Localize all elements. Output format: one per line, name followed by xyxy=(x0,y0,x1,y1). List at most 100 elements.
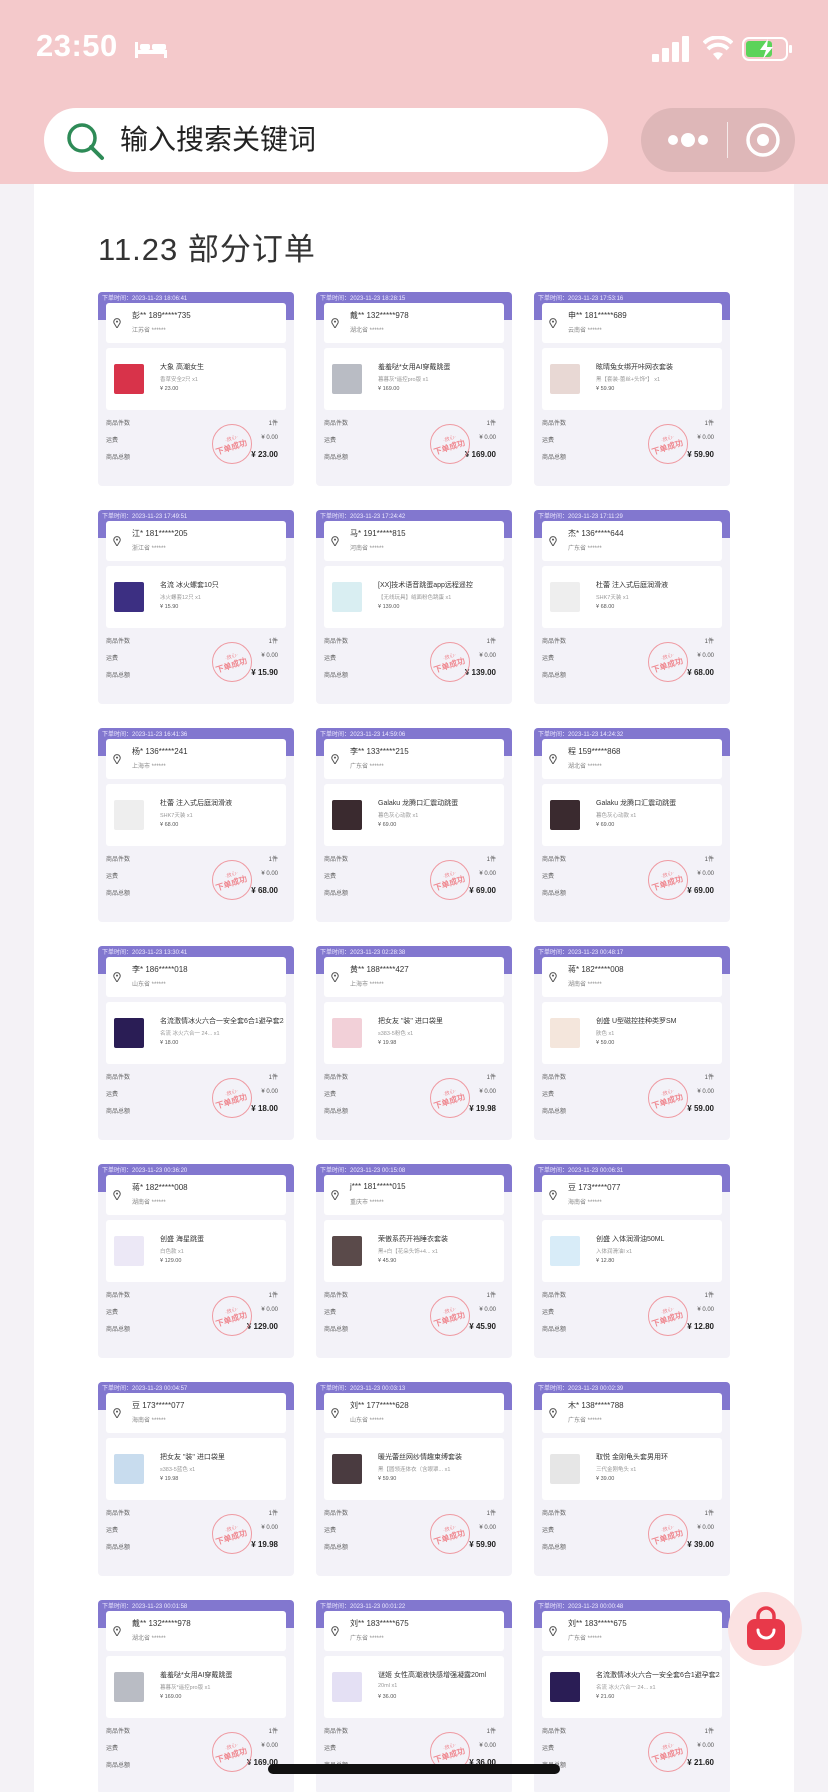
recipient-province: 广东省 ****** xyxy=(350,1636,384,1642)
order-success-stamp: ·放心· 下单成功 xyxy=(212,1296,252,1336)
order-card[interactable]: 下单时间：2023-11-23 00:02:39 木* 138*****788 广东… xyxy=(534,1382,730,1576)
product-thumbnail xyxy=(332,1672,362,1702)
order-card[interactable]: 下单时间：2023-11-23 00:36:20 蒋* 182*****008 湖南… xyxy=(98,1164,294,1358)
order-time: 下单时间：2023-11-23 17:24:42 xyxy=(320,514,406,520)
total-value: ¥ 15.90 xyxy=(251,668,278,677)
shop-float-button[interactable] xyxy=(728,1592,802,1666)
count-label: 商品件数 xyxy=(542,857,567,863)
recipient-name: 豆 173*****077 xyxy=(568,1183,621,1192)
shipping-label: 运费 xyxy=(106,1092,119,1098)
count-value: 1件 xyxy=(268,1075,278,1081)
recipient-province: 江苏省 ****** xyxy=(132,328,166,334)
shipping-label: 运费 xyxy=(324,1528,337,1534)
location-pin-icon xyxy=(549,754,557,764)
total-label: 商品总额 xyxy=(106,1763,131,1769)
recipient-name: 江* 181*****205 xyxy=(132,529,188,538)
order-card[interactable]: 下单时间：2023-11-23 18:06:41 彭** 189*****735 江… xyxy=(98,292,294,486)
order-card[interactable]: 下单时间：2023-11-23 00:15:08 j*** 181*****015… xyxy=(316,1164,512,1358)
product-box: 创盛 U型磁控挂种类罗SM 肤色 x1 ¥ 59.00 xyxy=(542,1002,722,1064)
recipient-province: 广东省 ****** xyxy=(568,546,602,552)
order-success-stamp: ·放心· 下单成功 xyxy=(648,860,688,900)
order-card[interactable]: 下单时间：2023-11-23 17:11:29 杰* 136*****644 广东… xyxy=(534,510,730,704)
location-pin-icon xyxy=(331,1408,339,1418)
product-price: ¥ 68.00 xyxy=(596,604,615,610)
close-target-icon[interactable] xyxy=(745,122,781,158)
shopping-bag-icon xyxy=(747,1606,785,1650)
shipping-value: ¥ 0.00 xyxy=(479,1525,496,1531)
shipping-value: ¥ 0.00 xyxy=(261,871,278,877)
order-time: 下单时间：2023-11-23 17:49:51 xyxy=(102,514,188,520)
shipping-label: 运费 xyxy=(542,1092,555,1098)
count-label: 商品件数 xyxy=(324,1075,349,1081)
recipient-province: 湖北省 ****** xyxy=(568,764,602,770)
order-card[interactable]: 下单时间：2023-11-23 14:24:32 程 159*****868 湖北省… xyxy=(534,728,730,922)
order-card[interactable]: 下单时间：2023-11-23 16:41:36 杨* 136*****241 上海… xyxy=(98,728,294,922)
product-thumbnail xyxy=(114,582,144,612)
order-card[interactable]: 下单时间：2023-11-23 02:28:38 黄** 188*****427 上… xyxy=(316,946,512,1140)
order-card[interactable]: 下单时间：2023-11-23 00:00:48 刘** 183*****675 广… xyxy=(534,1600,730,1792)
order-card[interactable]: 下单时间：2023-11-23 17:53:16 申** 181*****689 云… xyxy=(534,292,730,486)
order-card[interactable]: 下单时间：2023-11-23 17:24:42 马* 191*****815 河南… xyxy=(316,510,512,704)
order-card[interactable]: 下单时间：2023-11-23 17:49:51 江* 181*****205 浙江… xyxy=(98,510,294,704)
order-time: 下单时间：2023-11-23 18:06:41 xyxy=(102,296,188,302)
count-value: 1件 xyxy=(486,1293,496,1299)
count-value: 1件 xyxy=(268,1729,278,1735)
order-card[interactable]: 下单时间：2023-11-23 18:28:15 戴** 132*****978 湖… xyxy=(316,292,512,486)
recipient-province: 云南省 ****** xyxy=(568,328,602,334)
product-spec: SHK7天装 x1 xyxy=(160,813,193,819)
total-label: 商品总额 xyxy=(324,1545,349,1551)
total-value: ¥ 18.00 xyxy=(251,1104,278,1113)
count-label: 商品件数 xyxy=(324,1511,349,1517)
product-title: 荣傲系药开裆睡衣套装 xyxy=(378,1236,448,1243)
recipient-province: 海南省 ****** xyxy=(568,1200,602,1206)
order-card[interactable]: 下单时间：2023-11-23 00:06:31 豆 173*****077 海南省… xyxy=(534,1164,730,1358)
order-card[interactable]: 下单时间：2023-11-23 00:04:57 豆 173*****077 海南省… xyxy=(98,1382,294,1576)
order-time: 下单时间：2023-11-23 14:59:06 xyxy=(320,732,406,738)
order-card[interactable]: 下单时间：2023-11-23 00:03:13 刘** 177*****628 山… xyxy=(316,1382,512,1576)
recipient-name: 马* 191*****815 xyxy=(350,529,406,538)
product-box: 眩晴兔女绑开咔网衣套装 黑【套装-蕾丝+头饰*】 x1 ¥ 59.90 xyxy=(542,348,722,410)
order-time: 下单时间：2023-11-23 00:48:17 xyxy=(538,950,624,956)
total-label: 商品总额 xyxy=(542,673,567,679)
order-card[interactable]: 下单时间：2023-11-23 00:01:58 戴** 132*****978 湖… xyxy=(98,1600,294,1792)
capsule-divider xyxy=(727,122,728,158)
order-card[interactable]: 下单时间：2023-11-23 00:48:17 蒋* 182*****008 湖南… xyxy=(534,946,730,1140)
more-icon[interactable] xyxy=(665,130,709,150)
order-card[interactable]: 下单时间：2023-11-23 13:30:41 李* 186*****018 山东… xyxy=(98,946,294,1140)
total-value: ¥ 68.00 xyxy=(251,886,278,895)
address-box: 戴** 132*****978 湖北省 ****** xyxy=(106,1611,286,1651)
count-value: 1件 xyxy=(486,421,496,427)
product-spec: 黑【套装-蕾丝+头饰*】 x1 xyxy=(596,377,661,383)
order-success-stamp: ·放心· 下单成功 xyxy=(212,424,252,464)
order-success-stamp: ·放心· 下单成功 xyxy=(430,1514,470,1554)
product-price: ¥ 19.98 xyxy=(378,1040,397,1046)
product-box: 杜蕾 注入式后庭润滑液 SHK7天装 x1 ¥ 68.00 xyxy=(542,566,722,628)
shipping-value: ¥ 0.00 xyxy=(479,435,496,441)
search-input[interactable]: 输入搜索关键词 xyxy=(120,122,316,158)
product-thumbnail xyxy=(332,364,362,394)
location-pin-icon xyxy=(331,318,339,328)
shipping-label: 运费 xyxy=(106,438,119,444)
product-thumbnail xyxy=(114,1236,144,1266)
product-spec: s383-5蓝色 x1 xyxy=(160,1467,196,1473)
product-spec: 20ml x1 xyxy=(378,1683,398,1689)
product-spec: 黑+白【花朵头饰+4... x1 xyxy=(378,1249,438,1255)
product-price: ¥ 169.00 xyxy=(378,386,400,392)
order-success-stamp: ·放心· 下单成功 xyxy=(648,1078,688,1118)
order-card[interactable]: 下单时间：2023-11-23 14:59:06 李** 133*****215 广… xyxy=(316,728,512,922)
recipient-province: 上海市 ****** xyxy=(132,764,166,770)
location-pin-icon xyxy=(113,1190,121,1200)
shipping-value: ¥ 0.00 xyxy=(697,871,714,877)
recipient-name: 李** 133*****215 xyxy=(350,747,409,756)
product-title: 把女友 "装" 进口袋里 xyxy=(160,1454,225,1461)
search-bar[interactable]: 输入搜索关键词 xyxy=(44,108,608,172)
address-box: 木* 138*****788 广东省 ****** xyxy=(542,1393,722,1433)
shipping-label: 运费 xyxy=(324,438,337,444)
total-label: 商品总额 xyxy=(106,673,131,679)
product-spec: 白色款 x1 xyxy=(160,1249,184,1255)
shipping-label: 运费 xyxy=(324,656,337,662)
shipping-value: ¥ 0.00 xyxy=(261,435,278,441)
product-title: 杜蕾 注入式后庭润滑液 xyxy=(160,800,232,807)
product-title: 谜姬 女性高潮液快感增强凝露20ml xyxy=(378,1672,487,1679)
shipping-value: ¥ 0.00 xyxy=(261,1525,278,1531)
